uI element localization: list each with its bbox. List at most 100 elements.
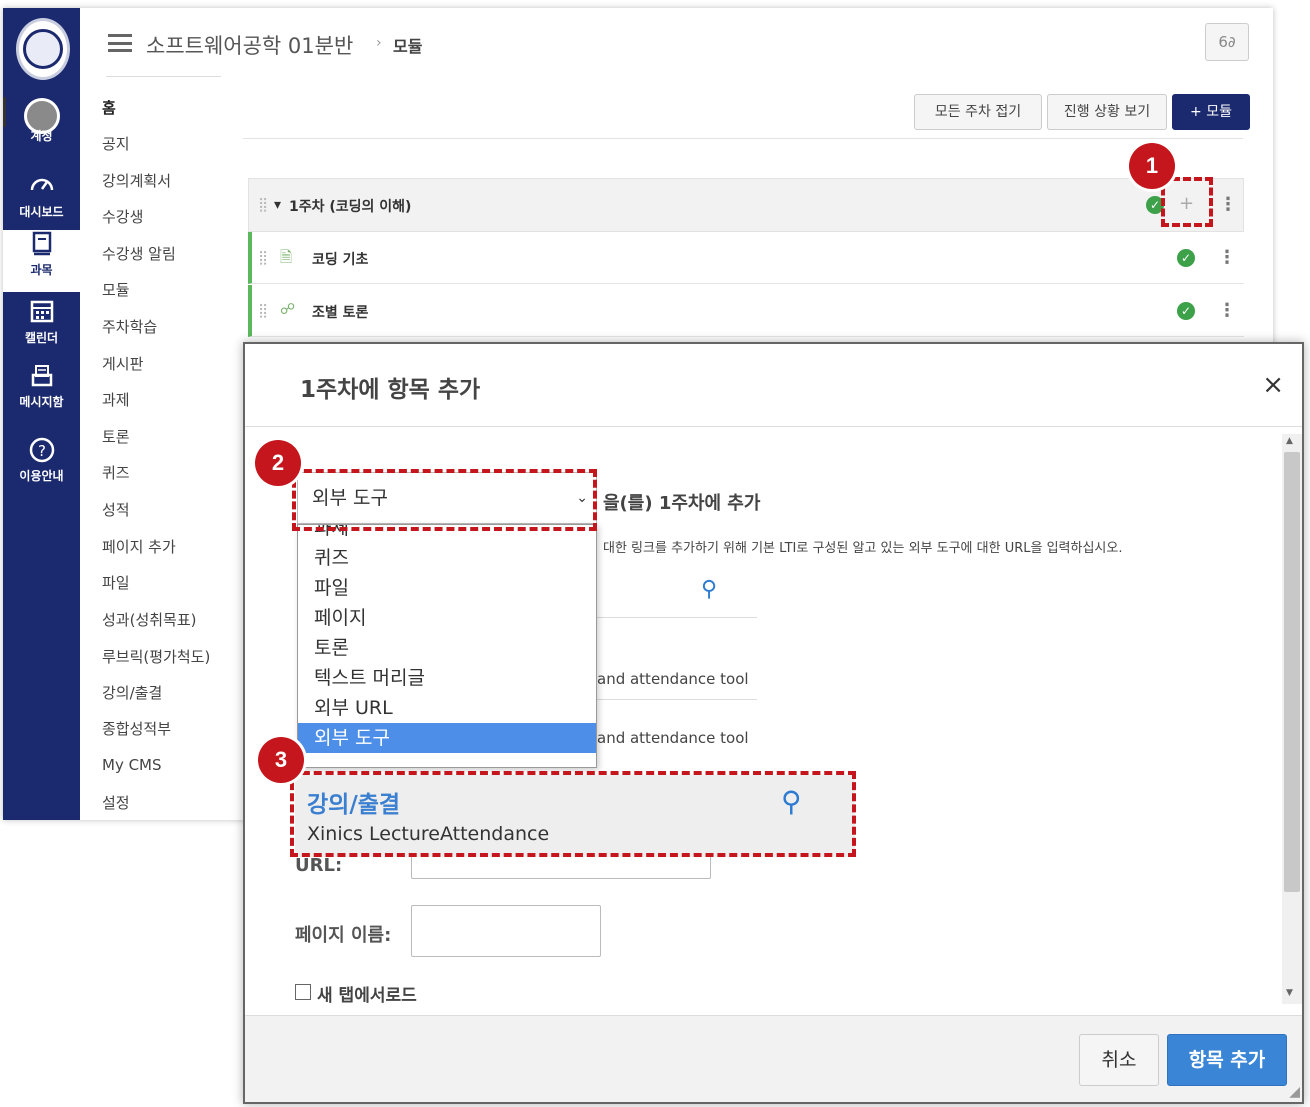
drag-handle-icon[interactable]: ⣿ [258, 250, 268, 266]
collapse-all-button[interactable]: 모든 주차 접기 [914, 94, 1042, 130]
scrollbar-thumb[interactable] [1284, 452, 1300, 892]
user-circle-icon [3, 96, 80, 134]
item-options-icon[interactable]: ⋮ [1218, 249, 1236, 267]
course-nav-item[interactable]: 공지 [102, 133, 130, 154]
view-progress-button[interactable]: 진행 상황 보기 [1047, 94, 1167, 130]
dropdown-option-text-header[interactable]: 텍스트 머리글 [298, 663, 596, 693]
course-nav-item[interactable]: 종합성적부 [102, 718, 171, 739]
item-type-dropdown[interactable]: 과제 퀴즈 파일 페이지 토론 텍스트 머리글 외부 URL 외부 도구 [297, 524, 597, 768]
item-options-icon[interactable]: ⋮ [1218, 302, 1236, 320]
search-underline [597, 617, 757, 618]
course-nav-item[interactable]: 토론 [102, 426, 130, 447]
add-item-dialog: 1주차에 항목 추가 × 외부 도구 ⌄ 을(를) 1주차에 추가 대한 링크를… [243, 342, 1304, 1104]
dropdown-option-file[interactable]: 파일 [298, 573, 596, 603]
course-nav-item[interactable]: My CMS [102, 756, 162, 774]
inbox-icon [3, 362, 80, 394]
url-label: URL: [295, 855, 343, 876]
dashboard-gauge-icon [3, 172, 80, 204]
toolbar-divider [243, 138, 1243, 139]
annotation-badge-1: 1 [1129, 143, 1175, 189]
module-item-title[interactable]: 코딩 기초 [312, 249, 368, 269]
module-options-icon[interactable]: ⋮ [1219, 196, 1237, 214]
global-nav-help[interactable]: ? 이용안내 [3, 436, 80, 498]
university-logo[interactable] [16, 18, 70, 80]
global-nav-calendar[interactable]: 캘린더 [3, 298, 80, 360]
close-icon[interactable]: × [1262, 372, 1284, 398]
tool-list-item[interactable]: and attendance tool [597, 729, 749, 747]
help-circle-icon: ? [3, 436, 80, 468]
course-nav-item[interactable]: 성과(성취목표) [102, 609, 197, 630]
logo-seal-icon [23, 29, 63, 69]
annotation-badge-3: 3 [258, 737, 304, 783]
course-nav-item[interactable]: 설정 [102, 792, 130, 813]
course-nav-item[interactable]: 수강생 알림 [102, 243, 176, 264]
drag-handle-icon[interactable]: ⣿ [258, 303, 268, 319]
course-nav-item[interactable]: 주차학습 [102, 316, 157, 337]
chevron-right-icon: › [376, 35, 382, 51]
published-check-icon[interactable]: ✓ [1177, 302, 1195, 320]
search-icon[interactable]: ⚲ [701, 577, 717, 602]
page-icon: 🗎 [280, 248, 293, 266]
dropdown-option-external-tool[interactable]: 외부 도구 [298, 723, 596, 753]
dialog-footer: 취소 항목 추가 ◢ [245, 1015, 1302, 1102]
module-header[interactable]: ⣿ ▾ 1주차 (코딩의 이해) ✓ + ⋮ [248, 178, 1244, 232]
course-nav-item[interactable]: 성적 [102, 499, 130, 520]
course-nav-item[interactable]: 강의/출결 [102, 682, 162, 703]
module-item-row[interactable]: ⣿ ☍ 조별 토론 ✓ ⋮ [248, 285, 1244, 337]
course-nav-active-indicator [3, 97, 6, 127]
new-tab-checkbox[interactable] [295, 984, 311, 1000]
breadcrumb-current: 모듈 [393, 37, 423, 56]
annotation-box-1 [1161, 177, 1213, 227]
course-nav-item[interactable]: 파일 [102, 572, 130, 593]
module-item-row[interactable]: ⣿ 🗎 코딩 기초 ✓ ⋮ [248, 232, 1244, 284]
student-view-button[interactable]: 6∂ [1205, 23, 1249, 61]
global-nav-inbox[interactable]: 메시지함 [3, 362, 80, 424]
global-nav-dashboard[interactable]: 대시보드 [3, 172, 80, 234]
resize-grip-icon[interactable]: ◢ [1289, 1084, 1300, 1100]
dropdown-option-page[interactable]: 페이지 [298, 603, 596, 633]
course-nav-item[interactable]: 수강생 [102, 206, 143, 227]
add-item-button[interactable]: 항목 추가 [1167, 1034, 1287, 1086]
course-nav-item[interactable]: 강의계획서 [102, 170, 171, 191]
scroll-up-arrow-icon[interactable]: ▲ [1286, 436, 1293, 446]
page-name-label: 페이지 이름: [295, 925, 392, 946]
breadcrumb-course[interactable]: 소프트웨어공학 01분반 [146, 30, 353, 60]
drag-handle-icon[interactable]: ⣿ [258, 197, 268, 213]
dialog-scrollbar[interactable]: ▲ ▼ [1282, 434, 1302, 1004]
calendar-icon [3, 298, 80, 330]
module-title: 1주차 (코딩의 이해) [289, 199, 412, 215]
dropdown-option-quiz[interactable]: 퀴즈 [298, 543, 596, 573]
scroll-down-arrow-icon[interactable]: ▼ [1286, 988, 1293, 998]
external-tool-description: 대한 링크를 추가하기 위해 기본 LTI로 구성된 알고 있는 외부 도구에 … [603, 541, 1123, 556]
add-to-week-label: 을(를) 1주차에 추가 [603, 493, 761, 514]
course-nav-item[interactable]: 페이지 추가 [102, 536, 176, 557]
page-name-input[interactable] [411, 905, 601, 957]
dialog-title: 1주차에 항목 추가 [300, 377, 481, 403]
module-item-title[interactable]: 조별 토론 [312, 302, 368, 322]
global-nav-courses[interactable]: 과목 [3, 230, 80, 292]
hamburger-menu-icon[interactable] [108, 34, 132, 52]
published-check-icon[interactable]: ✓ [1177, 249, 1195, 267]
course-nav-item[interactable]: 퀴즈 [102, 462, 130, 483]
discussion-icon: ☍ [280, 300, 296, 318]
course-nav-item[interactable]: 게시판 [102, 353, 143, 374]
course-nav-item[interactable]: 과제 [102, 389, 130, 410]
dropdown-option-external-url[interactable]: 외부 URL [298, 693, 596, 723]
cancel-button[interactable]: 취소 [1079, 1034, 1159, 1086]
new-tab-label: 새 탭에서로드 [317, 986, 417, 1006]
collapse-caret-icon[interactable]: ▾ [274, 197, 281, 213]
svg-text:?: ? [38, 442, 46, 460]
global-nav: 계정 대시보드 과목 캘린더 메시지함 ? 이용안내 [3, 8, 80, 820]
annotation-box-3 [290, 771, 856, 857]
course-nav-item[interactable]: 루브릭(평가척도) [102, 646, 210, 667]
course-nav-item[interactable]: 모듈 [102, 279, 130, 300]
dropdown-option-discussion[interactable]: 토론 [298, 633, 596, 663]
header-divider [106, 76, 221, 77]
course-nav-item[interactable]: 홈 [102, 97, 116, 118]
global-nav-account[interactable]: 계정 [3, 96, 80, 158]
annotation-badge-2: 2 [255, 440, 301, 486]
tool-list-item[interactable]: and attendance tool [597, 670, 749, 688]
annotation-box-2 [292, 469, 597, 531]
course-header: 소프트웨어공학 01분반 › 모듈 6∂ [80, 8, 1273, 78]
add-module-button[interactable]: + 모듈 [1172, 94, 1250, 130]
